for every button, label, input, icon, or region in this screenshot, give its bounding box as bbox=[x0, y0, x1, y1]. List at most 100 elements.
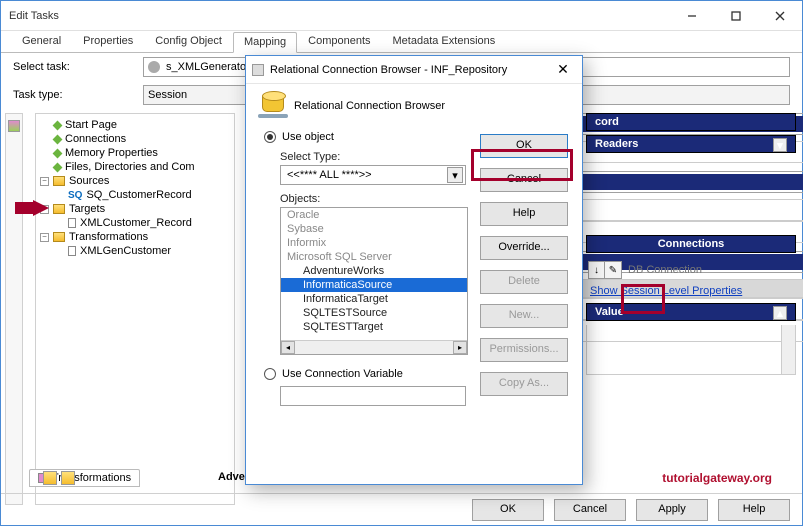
list-item[interactable]: InformaticaTarget bbox=[281, 292, 467, 306]
app-icon bbox=[252, 64, 264, 76]
scroll-up-icon[interactable]: ▴ bbox=[773, 306, 787, 320]
pencil-icon[interactable]: ✎ bbox=[605, 262, 621, 278]
watermark: tutorialgateway.org bbox=[662, 471, 772, 485]
scroll-right-icon[interactable]: ▸ bbox=[453, 341, 467, 354]
minimize-button[interactable] bbox=[670, 2, 714, 30]
dialog-titlebar: Relational Connection Browser - INF_Repo… bbox=[246, 56, 582, 84]
dialog-cancel-button[interactable]: Cancel bbox=[480, 168, 568, 192]
chevron-down-icon[interactable]: ▾ bbox=[773, 138, 787, 152]
dialog-delete-button[interactable]: Delete bbox=[480, 270, 568, 294]
tree-transformations[interactable]: −Transformations bbox=[40, 230, 230, 244]
tree-start-page[interactable]: Start Page bbox=[40, 118, 230, 132]
db-connection-text: DB Connection bbox=[628, 264, 702, 276]
help-button[interactable]: Help bbox=[718, 499, 790, 521]
cancel-button[interactable]: Cancel bbox=[554, 499, 626, 521]
edit-tasks-window: Edit Tasks General Properties Config Obj… bbox=[0, 0, 803, 526]
dialog-title: Relational Connection Browser - INF_Repo… bbox=[270, 64, 507, 76]
chevron-down-icon: ▾ bbox=[447, 167, 463, 183]
tab-config-object[interactable]: Config Object bbox=[144, 31, 233, 52]
main-tabs: General Properties Config Object Mapping… bbox=[1, 31, 802, 53]
select-task-label: Select task: bbox=[13, 61, 143, 73]
folder-icon bbox=[53, 176, 65, 186]
dialog-override-button[interactable]: Override... bbox=[480, 236, 568, 260]
dialog-copy-button[interactable]: Copy As... bbox=[480, 372, 568, 396]
arrow-down-icon[interactable]: ↓ bbox=[589, 262, 605, 278]
list-item[interactable]: Microsoft SQL Server bbox=[281, 250, 467, 264]
tree-sq-customer-record[interactable]: SQSQ_CustomerRecord bbox=[40, 188, 230, 202]
page-icon bbox=[53, 134, 63, 144]
dialog-new-button[interactable]: New... bbox=[480, 304, 568, 328]
tree-xml-customer-record[interactable]: XMLCustomer_Record bbox=[40, 216, 230, 230]
window-title: Edit Tasks bbox=[9, 10, 670, 22]
page-icon bbox=[53, 162, 63, 172]
list-item[interactable]: Informix bbox=[281, 236, 467, 250]
tool-icon[interactable] bbox=[61, 471, 75, 485]
objects-list[interactable]: Oracle Sybase Informix Microsoft SQL Ser… bbox=[280, 207, 468, 355]
select-type-dropdown[interactable]: <<**** ALL ****>> ▾ bbox=[280, 165, 466, 185]
connection-variable-field[interactable] bbox=[280, 386, 466, 406]
dialog-permissions-button[interactable]: Permissions... bbox=[480, 338, 568, 362]
page-icon bbox=[53, 148, 63, 158]
tab-metadata-extensions[interactable]: Metadata Extensions bbox=[382, 31, 507, 52]
tab-properties[interactable]: Properties bbox=[72, 31, 144, 52]
folder-icon bbox=[53, 204, 65, 214]
record-header: cord bbox=[586, 113, 796, 131]
close-button[interactable] bbox=[758, 2, 802, 30]
session-props-link[interactable]: Show Session Level Properties bbox=[586, 283, 746, 299]
navigator-tree[interactable]: Start Page Connections Memory Properties… bbox=[35, 113, 235, 505]
tab-mapping[interactable]: Mapping bbox=[233, 32, 297, 53]
scroll-left-icon[interactable]: ◂ bbox=[281, 341, 295, 354]
dialog-buttons: OK Cancel Help Override... Delete New...… bbox=[480, 134, 568, 396]
right-panel: cord Readers▾ Connections ↓✎ DB Connecti… bbox=[586, 113, 796, 375]
list-item-selected[interactable]: InformaticaSource bbox=[281, 278, 467, 292]
relational-connection-dialog: Relational Connection Browser - INF_Repo… bbox=[245, 55, 583, 485]
tree-targets[interactable]: −Targets bbox=[40, 202, 230, 216]
maximize-button[interactable] bbox=[714, 2, 758, 30]
dialog-header: Relational Connection Browser bbox=[246, 84, 582, 124]
transform-icon bbox=[68, 246, 76, 256]
apply-button[interactable]: Apply bbox=[636, 499, 708, 521]
gear-icon bbox=[148, 61, 160, 73]
tab-general[interactable]: General bbox=[11, 31, 72, 52]
list-item[interactable]: Oracle bbox=[281, 208, 467, 222]
collapse-icon[interactable]: − bbox=[40, 177, 49, 186]
list-item[interactable]: SQLTESTSource bbox=[281, 306, 467, 320]
readers-header: Readers▾ bbox=[586, 135, 796, 153]
connection-edit-icons[interactable]: ↓✎ bbox=[588, 261, 622, 279]
dialog-header-text: Relational Connection Browser bbox=[294, 100, 445, 112]
left-toolbar bbox=[5, 113, 23, 505]
dialog-ok-button[interactable]: OK bbox=[480, 134, 568, 158]
page-icon bbox=[53, 120, 63, 130]
select-task-value: s_XMLGenerator bbox=[166, 61, 250, 73]
view-toggle-icon[interactable] bbox=[8, 120, 20, 132]
collapse-icon[interactable]: − bbox=[40, 205, 49, 214]
tree-files-dirs[interactable]: Files, Directories and Com bbox=[40, 160, 230, 174]
tab-components[interactable]: Components bbox=[297, 31, 381, 52]
task-type-label: Task type: bbox=[13, 89, 143, 101]
dialog-close-button[interactable]: ✕ bbox=[544, 61, 582, 78]
tree-connections[interactable]: Connections bbox=[40, 132, 230, 146]
tree-toolbar bbox=[43, 471, 75, 485]
database-icon bbox=[262, 94, 284, 118]
list-item[interactable]: AdventureWorks bbox=[281, 264, 467, 278]
list-item[interactable]: SQLTESTTarget bbox=[281, 320, 467, 334]
target-icon bbox=[68, 218, 76, 228]
dialog-footer: OK Cancel Apply Help bbox=[1, 493, 802, 525]
tool-icon[interactable] bbox=[43, 471, 57, 485]
tree-memory-props[interactable]: Memory Properties bbox=[40, 146, 230, 160]
dialog-help-button[interactable]: Help bbox=[480, 202, 568, 226]
titlebar: Edit Tasks bbox=[1, 1, 802, 31]
connections-header: Connections bbox=[586, 235, 796, 253]
task-type-value: Session bbox=[148, 89, 187, 101]
list-scrollbar[interactable]: ◂▸ bbox=[281, 340, 467, 354]
sq-icon: SQ bbox=[68, 190, 82, 201]
ok-button[interactable]: OK bbox=[472, 499, 544, 521]
scrollbar[interactable] bbox=[781, 325, 795, 374]
list-item[interactable]: Sybase bbox=[281, 222, 467, 236]
radio-on-icon bbox=[264, 131, 276, 143]
tree-xml-gen-customer[interactable]: XMLGenCustomer bbox=[40, 244, 230, 258]
tree-sources[interactable]: −Sources bbox=[40, 174, 230, 188]
radio-off-icon bbox=[264, 368, 276, 380]
folder-icon bbox=[53, 232, 65, 242]
collapse-icon[interactable]: − bbox=[40, 233, 49, 242]
